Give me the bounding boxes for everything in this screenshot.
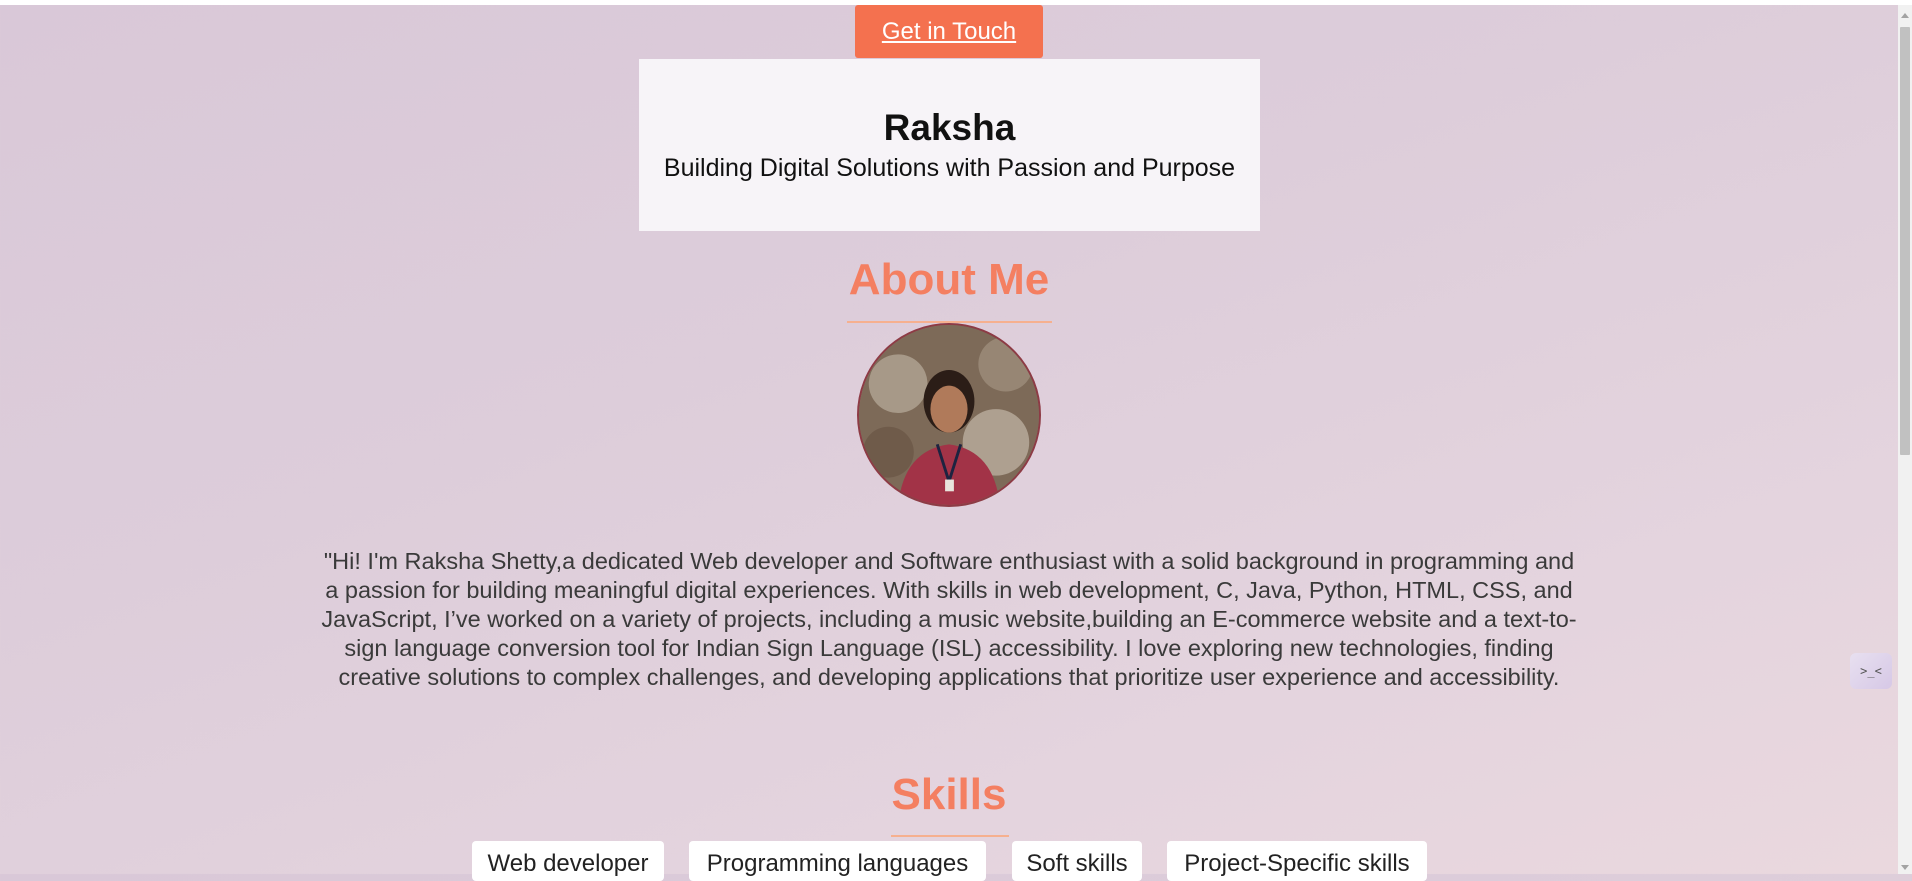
page-title: Raksha xyxy=(883,107,1016,148)
profile-photo xyxy=(857,323,1041,507)
get-in-touch-button[interactable]: Get in Touch xyxy=(855,5,1043,58)
about-heading: About Me xyxy=(848,255,1050,304)
chat-widget-button[interactable]: >_< xyxy=(1850,653,1892,689)
tab-soft-skills[interactable]: Soft skills xyxy=(1012,841,1142,881)
scroll-down-icon[interactable] xyxy=(1901,865,1909,870)
tagline: Building Digital Solutions with Passion … xyxy=(663,154,1236,182)
profile-photo-graphic xyxy=(859,325,1039,505)
skills-heading-underline xyxy=(891,835,1009,837)
tab-programming-languages[interactable]: Programming languages xyxy=(689,841,986,881)
skills-tabs: Web developer Programming languages Soft… xyxy=(0,841,1898,881)
about-bio: "Hi! I'm Raksha Shetty,a dedicated Web d… xyxy=(321,548,1577,690)
scroll-up-icon[interactable] xyxy=(1901,13,1909,18)
header-card: Raksha Building Digital Solutions with P… xyxy=(639,59,1260,231)
scroll-thumb[interactable] xyxy=(1900,27,1910,455)
tab-project-specific-skills[interactable]: Project-Specific skills xyxy=(1167,841,1427,881)
tab-web-developer[interactable]: Web developer xyxy=(472,841,664,881)
skills-heading: Skills xyxy=(891,770,1007,819)
vertical-scrollbar[interactable] xyxy=(1898,5,1912,874)
